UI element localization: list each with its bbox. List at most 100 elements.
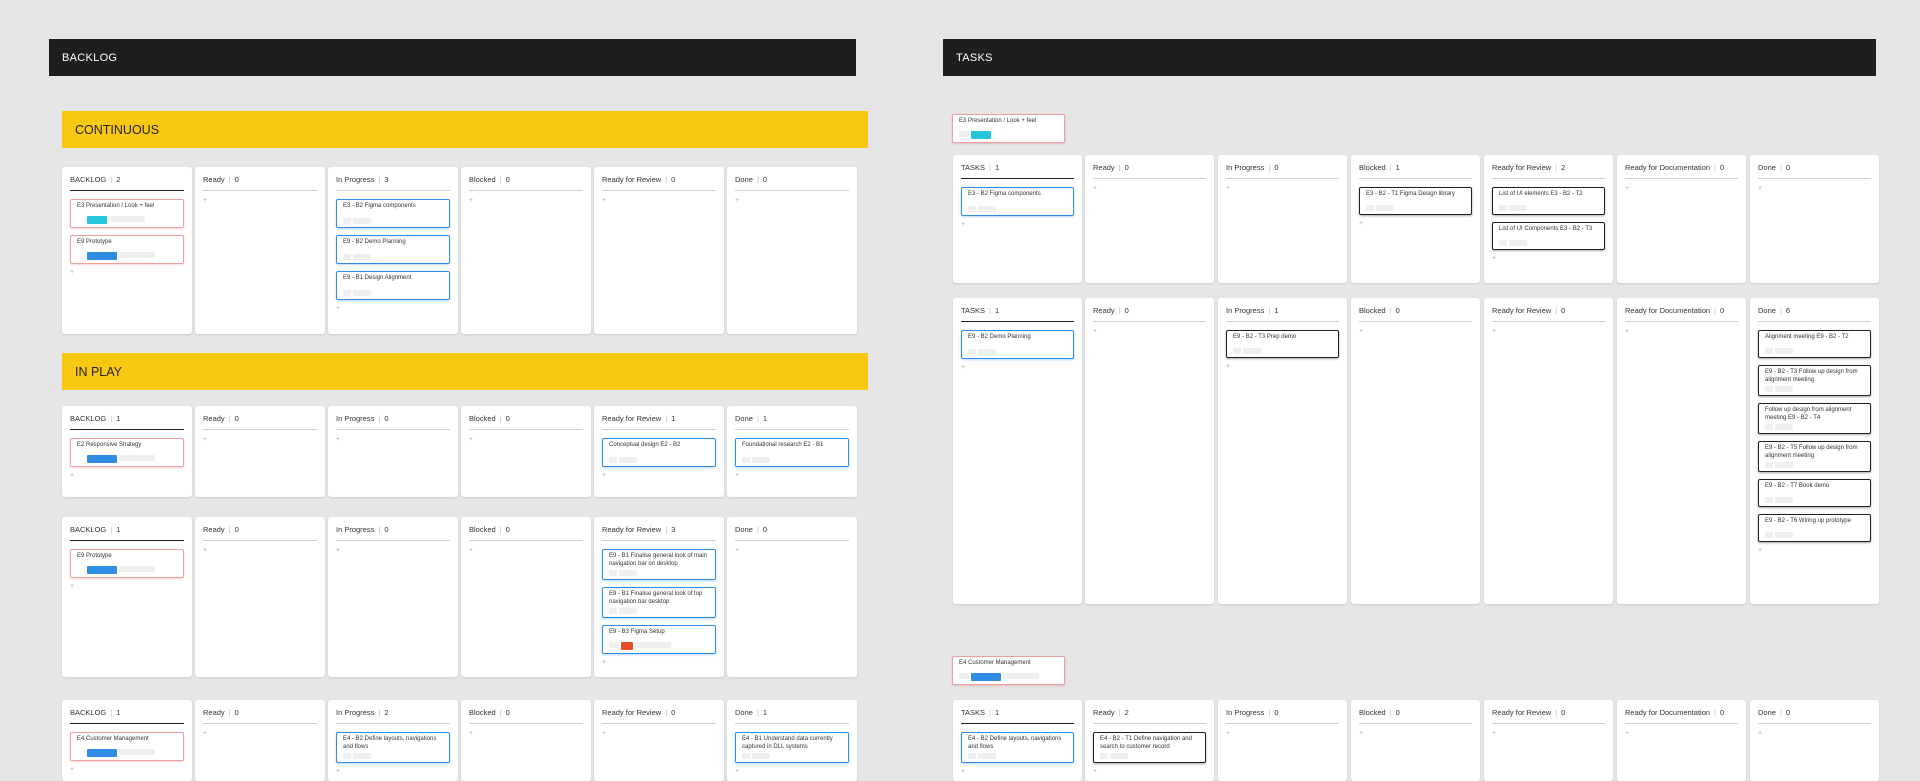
add-card-icon[interactable]: + [1625, 730, 1738, 738]
add-card-icon[interactable]: + [961, 768, 1074, 776]
task-card[interactable]: Follow up design from alignment meeting … [1758, 403, 1871, 434]
add-card-icon[interactable]: + [203, 197, 317, 205]
story-card[interactable]: E4 - B1 Understand data currently captur… [735, 732, 849, 763]
add-card-icon[interactable]: + [1093, 185, 1206, 193]
column-cards: + [469, 547, 583, 555]
add-card-icon[interactable]: + [203, 730, 317, 738]
story-card[interactable]: E4 - B2 Define layouts, navigations and … [336, 732, 450, 763]
add-card-icon[interactable]: + [735, 472, 849, 480]
add-card-icon[interactable]: + [1226, 730, 1339, 738]
column-cards: + [602, 197, 716, 205]
column-header: In Progress | 1 [1226, 306, 1339, 322]
add-card-icon[interactable]: + [469, 547, 583, 555]
add-card-icon[interactable]: + [1625, 185, 1738, 193]
placeholder-bar [1775, 386, 1793, 392]
add-card-icon[interactable]: + [336, 436, 450, 444]
column-cards: + [336, 547, 450, 555]
add-card-icon[interactable]: + [203, 436, 317, 444]
add-card-icon[interactable]: + [602, 730, 716, 738]
task-card[interactable]: Alignment meeting E9 - B2 - T2 [1758, 330, 1871, 358]
column-cards: E3 Presentation / Look + feel E9 Prototyp… [70, 199, 184, 277]
column-cards: + [1625, 328, 1738, 336]
add-card-icon[interactable]: + [469, 730, 583, 738]
story-card[interactable]: Foundational research E2 - B1 [735, 438, 849, 467]
add-card-icon[interactable]: + [961, 221, 1074, 229]
add-card-icon[interactable]: + [1492, 730, 1605, 738]
column-cards: E3 - B2 Figma components E9 - B2 Demo Pla… [336, 199, 450, 313]
epic-card[interactable]: E9 Prototype [70, 235, 184, 264]
add-card-icon[interactable]: + [1758, 547, 1871, 555]
blue-tag [87, 455, 117, 463]
add-card-icon[interactable]: + [735, 547, 849, 555]
column-count: 0 [234, 414, 239, 423]
add-card-icon[interactable]: + [336, 547, 450, 555]
floating-epic-card-e4[interactable]: E4 Customer Management [952, 656, 1065, 685]
task-card[interactable]: E9 - B2 - T5 Follow up design from align… [1758, 441, 1871, 472]
backlog-title: BACKLOG [62, 51, 118, 64]
task-card[interactable]: E9 - B2 - T6 Wiring up prototype [1758, 514, 1871, 542]
add-card-icon[interactable]: + [1625, 328, 1738, 336]
placeholder-bar [1765, 532, 1773, 538]
board-column: Done | 0 + [1750, 700, 1879, 781]
story-card[interactable]: E9 - B2 Demo Planning [961, 330, 1074, 359]
column-count: 6 [1785, 306, 1791, 315]
add-card-icon[interactable]: + [1758, 730, 1871, 738]
add-card-icon[interactable]: + [70, 766, 184, 774]
add-card-icon[interactable]: + [70, 583, 184, 591]
column-header: In Progress | 3 [336, 175, 450, 191]
column-header: Ready for Review | 0 [602, 708, 716, 724]
add-card-icon[interactable]: + [1359, 328, 1472, 336]
floating-epic-card-e3[interactable]: E3 Presentation / Look + feel [952, 114, 1065, 143]
add-card-icon[interactable]: + [1492, 255, 1605, 263]
story-card[interactable]: E3 - B2 Figma components [961, 187, 1074, 216]
add-card-icon[interactable]: + [602, 472, 716, 480]
board-column: Blocked | 0 + [461, 517, 591, 677]
task-card[interactable]: E4 - B2 - T1 Define navigation and searc… [1093, 732, 1206, 763]
epic-card[interactable]: E4 Customer Management [70, 732, 184, 761]
add-card-icon[interactable]: + [469, 197, 583, 205]
add-card-icon[interactable]: + [1093, 768, 1206, 776]
column-separator: | [499, 708, 502, 717]
epic-card[interactable]: E3 Presentation / Look + feel [70, 199, 184, 228]
add-card-icon[interactable]: + [735, 197, 849, 205]
column-count: 2 [384, 708, 389, 717]
add-card-icon[interactable]: + [469, 436, 583, 444]
add-card-icon[interactable]: + [1093, 328, 1206, 336]
story-card[interactable]: E9 - B1 Design Alignment [336, 271, 450, 300]
story-card[interactable]: E9 - B1 Finalise general look of main na… [602, 549, 716, 580]
add-card-icon[interactable]: + [1359, 220, 1472, 228]
story-card[interactable]: E3 - B2 Figma components [336, 199, 450, 228]
story-card[interactable]: Conceptual design E2 - B2 [602, 438, 716, 467]
add-card-icon[interactable]: + [1359, 730, 1472, 738]
card-title: E9 Prototype [77, 553, 112, 559]
add-card-icon[interactable]: + [1226, 363, 1339, 371]
add-card-icon[interactable]: + [336, 768, 450, 776]
task-card[interactable]: E3 - B2 - T1 Figma Design library [1359, 187, 1472, 215]
add-card-icon[interactable]: + [1758, 185, 1871, 193]
story-card[interactable]: E9 - B2 Demo Planning [336, 235, 450, 264]
board-column: In Progress | 1 E9 - B2 - T3 Prep demo + [1218, 298, 1347, 604]
epic-card[interactable]: E9 Prototype [70, 549, 184, 578]
add-card-icon[interactable]: + [70, 472, 184, 480]
epic-card[interactable]: E2 Responsive Strategy [70, 438, 184, 467]
task-card[interactable]: E9 - B2 - T7 Book demo [1758, 479, 1871, 507]
add-card-icon[interactable]: + [70, 269, 184, 277]
add-card-icon[interactable]: + [336, 305, 450, 313]
add-card-icon[interactable]: + [203, 547, 317, 555]
add-card-icon[interactable]: + [961, 364, 1074, 372]
task-card[interactable]: List of UI elements E3 - B2 - T2 [1492, 187, 1605, 215]
story-card[interactable]: E9 - B1 Finalise general look of top nav… [602, 587, 716, 618]
card-meta [1366, 205, 1394, 211]
task-card[interactable]: List of UI Components E3 - B2 - T3 [1492, 222, 1605, 250]
add-card-icon[interactable]: + [735, 768, 849, 776]
add-card-icon[interactable]: + [602, 659, 716, 667]
add-card-icon[interactable]: + [1226, 185, 1339, 193]
add-card-icon[interactable]: + [1492, 328, 1605, 336]
column-separator: | [756, 414, 759, 423]
story-card[interactable]: E4 - B2 Define layouts, navigations and … [961, 732, 1074, 763]
column-count: 0 [505, 525, 510, 534]
add-card-icon[interactable]: + [602, 197, 716, 205]
task-card[interactable]: E9 - B2 - T3 Prep demo [1226, 330, 1339, 358]
story-card[interactable]: E9 - B3 Figma Setup [602, 625, 716, 654]
task-card[interactable]: E9 - B2 - T3 Follow up design from align… [1758, 365, 1871, 396]
